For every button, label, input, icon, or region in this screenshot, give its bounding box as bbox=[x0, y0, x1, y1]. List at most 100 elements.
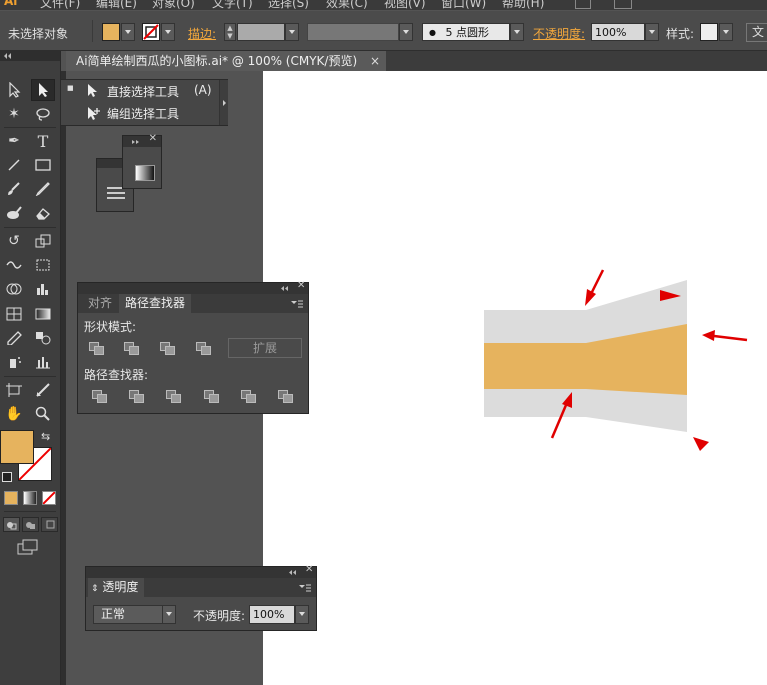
opacity-field[interactable]: 100% bbox=[591, 23, 645, 41]
type-tool-icon[interactable]: T bbox=[31, 130, 55, 152]
menu-edit[interactable]: 编辑(E) bbox=[96, 0, 137, 10]
style-dropdown[interactable] bbox=[719, 23, 733, 41]
menu-type[interactable]: 文字(T) bbox=[212, 0, 253, 10]
panel-close-icon[interactable]: ✕ bbox=[297, 280, 305, 291]
selection-tool-icon[interactable] bbox=[2, 79, 26, 101]
artboard-tool-icon[interactable] bbox=[2, 379, 26, 401]
gradient-mode-icon[interactable] bbox=[23, 491, 37, 505]
mesh-tool-icon[interactable] bbox=[2, 303, 26, 325]
panel-titlebar[interactable]: ✕ bbox=[78, 280, 308, 294]
fill-swatch[interactable] bbox=[102, 23, 120, 41]
menu-help[interactable]: 帮助(H) bbox=[502, 0, 544, 10]
menu-window[interactable]: 窗口(W) bbox=[441, 0, 486, 10]
none-mode-icon[interactable] bbox=[42, 491, 56, 505]
opacity-dropdown[interactable] bbox=[295, 605, 309, 624]
line-tool-icon[interactable] bbox=[2, 154, 26, 176]
width-tool-icon[interactable] bbox=[2, 254, 26, 276]
free-transform-tool-icon[interactable] bbox=[31, 254, 55, 276]
brush-dropdown[interactable] bbox=[510, 23, 524, 41]
arrange-icon[interactable] bbox=[614, 0, 632, 9]
tab-align[interactable]: 对齐 bbox=[82, 294, 118, 313]
shape-builder-tool-icon[interactable] bbox=[2, 278, 26, 300]
unite-icon[interactable] bbox=[89, 342, 104, 355]
menu-object[interactable]: 对象(O) bbox=[152, 0, 195, 10]
zoom-tool-icon[interactable] bbox=[31, 403, 55, 425]
fill-color-swatch[interactable] bbox=[0, 430, 34, 464]
stroke-dropdown[interactable] bbox=[161, 23, 175, 41]
menu-select[interactable]: 选择(S) bbox=[268, 0, 309, 10]
stroke-label[interactable]: 描边: bbox=[188, 25, 216, 42]
direct-selection-tool-icon[interactable] bbox=[31, 79, 55, 101]
scale-tool-icon[interactable] bbox=[31, 230, 55, 252]
tools-panel-header[interactable] bbox=[0, 51, 60, 61]
tab-pathfinder[interactable]: 路径查找器 bbox=[119, 294, 192, 313]
opacity-dropdown[interactable] bbox=[645, 23, 659, 41]
lasso-tool-icon[interactable] bbox=[31, 103, 55, 125]
trim-icon[interactable] bbox=[129, 390, 144, 403]
collapsed-panel-gradient[interactable]: ✕ bbox=[122, 133, 162, 189]
slice-tool-icon[interactable] bbox=[31, 379, 55, 401]
panel-titlebar[interactable]: ✕ bbox=[86, 564, 316, 578]
graph-tool-icon[interactable] bbox=[31, 278, 55, 300]
expand-button[interactable]: 扩展 bbox=[228, 338, 302, 358]
intersect-icon[interactable] bbox=[160, 342, 175, 355]
profile-dropdown[interactable] bbox=[399, 23, 413, 41]
panel-close-icon[interactable]: ✕ bbox=[305, 564, 313, 575]
exclude-icon[interactable] bbox=[196, 342, 211, 355]
paintbrush-tool-icon[interactable] bbox=[2, 178, 26, 200]
pen-tool-icon[interactable]: ✒ bbox=[2, 130, 26, 152]
column-graph-tool-icon[interactable] bbox=[31, 351, 55, 373]
artboard[interactable] bbox=[263, 71, 767, 685]
stroke-weight-field[interactable] bbox=[237, 23, 285, 41]
panel-close-icon[interactable]: ✕ bbox=[149, 133, 157, 144]
minus-back-icon[interactable] bbox=[278, 390, 293, 403]
stroke-swatch[interactable] bbox=[142, 23, 160, 41]
blend-mode-select[interactable]: 正常 bbox=[93, 605, 169, 624]
stroke-weight-dropdown[interactable] bbox=[285, 23, 299, 41]
menu-file[interactable]: 文件(F) bbox=[40, 0, 80, 10]
eyedropper-tool-icon[interactable] bbox=[2, 327, 26, 349]
style-swatch[interactable] bbox=[700, 23, 718, 41]
outline-icon[interactable] bbox=[241, 390, 256, 403]
opacity-field[interactable]: 100% bbox=[249, 605, 295, 624]
flyout-direct-selection[interactable]: ■ 直接选择工具 (A) bbox=[61, 80, 227, 102]
blob-brush-tool-icon[interactable] bbox=[2, 202, 26, 224]
eraser-tool-icon[interactable] bbox=[31, 202, 55, 224]
rectangle-tool-icon[interactable] bbox=[31, 154, 55, 176]
document-setup-button[interactable]: 文 bbox=[746, 23, 767, 42]
minus-front-icon[interactable] bbox=[124, 342, 139, 355]
collapse-arrows-icon[interactable] bbox=[3, 52, 15, 60]
merge-icon[interactable] bbox=[166, 390, 181, 403]
close-tab-icon[interactable]: × bbox=[370, 51, 380, 71]
brush-definition-field[interactable]: ● 5 点圆形 bbox=[422, 23, 510, 41]
crop-icon[interactable] bbox=[204, 390, 219, 403]
collapse-panel-icon[interactable] bbox=[280, 285, 290, 292]
stroke-weight-stepper[interactable]: ▲ ▼ bbox=[224, 23, 236, 41]
blend-mode-dropdown[interactable] bbox=[162, 605, 176, 624]
draw-normal-icon[interactable] bbox=[3, 517, 20, 532]
menu-effect[interactable]: 效果(C) bbox=[326, 0, 368, 10]
magic-wand-tool-icon[interactable]: ✶ bbox=[2, 103, 26, 125]
opacity-label[interactable]: 不透明度: bbox=[533, 25, 585, 42]
draw-inside-icon[interactable] bbox=[41, 517, 58, 532]
tab-transparency[interactable]: ⇕ 透明度 bbox=[88, 578, 145, 597]
screen-mode-icon[interactable] bbox=[17, 539, 39, 558]
default-colors-icon[interactable] bbox=[2, 472, 12, 482]
blend-tool-icon[interactable] bbox=[31, 327, 55, 349]
divide-icon[interactable] bbox=[92, 390, 107, 403]
rotate-tool-icon[interactable]: ↺ bbox=[2, 230, 26, 252]
panel-menu-icon[interactable] bbox=[290, 299, 304, 309]
flyout-group-selection[interactable]: 编组选择工具 bbox=[61, 103, 227, 125]
tearoff-strip[interactable] bbox=[219, 80, 228, 125]
document-tab[interactable]: Ai简单绘制西瓜的小图标.ai* @ 100% (CMYK/预览) × bbox=[66, 51, 386, 71]
menu-view[interactable]: 视图(V) bbox=[384, 0, 426, 10]
hand-tool-icon[interactable]: ✋ bbox=[2, 403, 26, 425]
gradient-tool-icon[interactable] bbox=[31, 303, 55, 325]
swap-fill-stroke-icon[interactable]: ⇆ bbox=[41, 430, 50, 443]
expand-arrows-icon[interactable] bbox=[131, 139, 141, 145]
symbol-sprayer-tool-icon[interactable] bbox=[2, 351, 26, 373]
workspace-icon[interactable] bbox=[575, 0, 591, 9]
draw-behind-icon[interactable] bbox=[22, 517, 39, 532]
fill-dropdown[interactable] bbox=[121, 23, 135, 41]
panel-menu-icon[interactable] bbox=[298, 583, 312, 593]
